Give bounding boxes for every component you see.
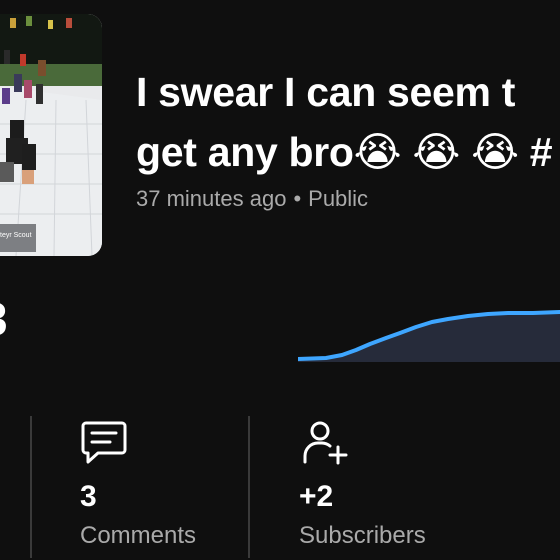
video-title-line-1: I swear I can seem t bbox=[136, 69, 516, 115]
comments-count: 3 bbox=[80, 480, 97, 513]
time-ago: 37 minutes ago bbox=[136, 186, 287, 211]
video-title-line-2: get any bro😭 😭 😭 # bbox=[136, 129, 553, 175]
stat-divider bbox=[30, 416, 32, 558]
subscribers-count: +2 bbox=[299, 480, 334, 513]
comment-icon bbox=[81, 421, 127, 464]
add-person-icon bbox=[303, 421, 348, 465]
video-thumbnail[interactable]: teyr Scout bbox=[0, 14, 102, 256]
visibility-label: Public bbox=[308, 186, 369, 211]
comments-label: Comments bbox=[80, 522, 197, 549]
meta-separator: • bbox=[293, 186, 302, 211]
thumbnail-caption: teyr Scout bbox=[0, 232, 32, 239]
video-meta: 37 minutes ago • Public bbox=[136, 186, 368, 212]
subscribers-label: Subscribers bbox=[299, 522, 426, 549]
realtime-views-chart bbox=[298, 310, 560, 362]
views-count: 3 bbox=[0, 292, 8, 346]
stat-divider bbox=[248, 416, 250, 558]
video-title[interactable]: I swear I can seem t get any bro😭 😭 😭 # bbox=[136, 62, 560, 182]
